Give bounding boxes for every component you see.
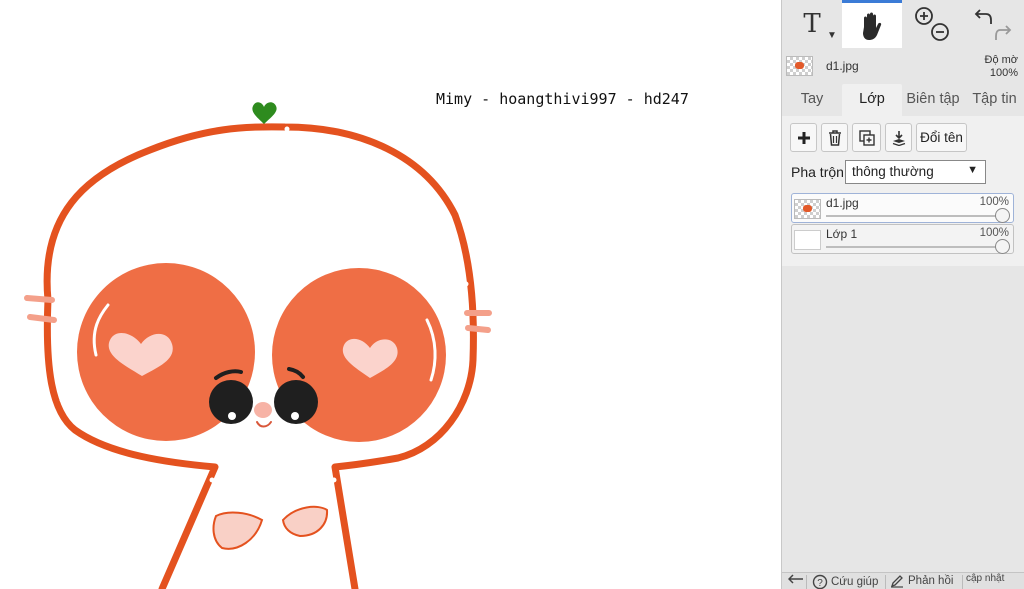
- opacity-value: 100%: [989, 67, 1018, 79]
- layer-opacity: 100%: [979, 196, 1009, 208]
- footer-divider: [885, 575, 886, 589]
- chevron-down-icon: ▼: [967, 164, 978, 176]
- footer-divider: [962, 575, 963, 589]
- rename-layer-button[interactable]: Đổi tên: [916, 123, 967, 152]
- help-label: Cứu giúp: [831, 576, 879, 588]
- layer-opacity-slider[interactable]: [995, 208, 1010, 223]
- layer-opacity: 100%: [979, 227, 1009, 239]
- opacity-label: Độ mờ: [984, 54, 1019, 66]
- help-icon: ?: [812, 574, 828, 589]
- tab-hand[interactable]: Tay: [782, 84, 842, 116]
- undo-redo-button[interactable]: [964, 0, 1024, 48]
- text-tool-button[interactable]: T ▼: [782, 0, 842, 48]
- text-tool-icon: T: [803, 9, 821, 39]
- current-file-row: d1.jpg Độ mờ 100%: [782, 50, 1024, 82]
- layer-item-lop1[interactable]: Lớp 1 100%: [791, 224, 1014, 254]
- layers-tab-content: Đổi tên Pha trộn thông thường ▼ d1.jpg 1…: [782, 116, 1024, 266]
- layers-panel: T ▼ d1.jpg Độ mờ 100% Tay Lớp Biên tập T…: [781, 0, 1024, 589]
- canvas-caption: Mimy - hoangthivi997 - hd247: [436, 90, 689, 108]
- footer-divider: [806, 575, 807, 589]
- blend-mode-label: Pha trộn: [791, 164, 844, 180]
- help-button[interactable]: ? Cứu giúp: [812, 574, 878, 589]
- tab-layers[interactable]: Lớp: [842, 84, 902, 116]
- delete-layer-button[interactable]: [821, 123, 848, 152]
- back-arrow-icon: [788, 574, 803, 584]
- merge-down-button[interactable]: [885, 123, 912, 152]
- tab-edit[interactable]: Biên tập: [902, 84, 964, 116]
- opacity-readout: Độ mờ 100%: [985, 54, 1019, 80]
- pencil-icon: [890, 575, 903, 588]
- tab-file[interactable]: Tập tin: [964, 84, 1024, 116]
- layer-thumbnail: [794, 230, 821, 250]
- back-button[interactable]: [788, 574, 804, 586]
- panel-tabs: Tay Lớp Biên tập Tập tin: [782, 84, 1024, 116]
- zoom-tool-button[interactable]: [902, 0, 962, 48]
- undo-redo-icon: [974, 9, 1012, 40]
- hand-tool-button[interactable]: [842, 0, 902, 48]
- chevron-down-icon[interactable]: ▼: [827, 30, 837, 41]
- layer-item-d1[interactable]: d1.jpg 100%: [791, 193, 1014, 223]
- layer-name: d1.jpg: [826, 196, 859, 210]
- mimy-illustration: [24, 102, 492, 589]
- plus-icon: [797, 131, 810, 144]
- feedback-button[interactable]: Phản hồi: [890, 574, 953, 588]
- tool-bar: T ▼: [782, 0, 1024, 48]
- layer-opacity-slider[interactable]: [995, 239, 1010, 254]
- blend-mode-select[interactable]: thông thường ▼: [845, 160, 986, 184]
- duplicate-icon: [858, 129, 875, 146]
- layer-thumbnail: [794, 199, 821, 219]
- layer-opacity-track[interactable]: [826, 215, 1002, 217]
- duplicate-layer-button[interactable]: [852, 123, 881, 152]
- layer-opacity-track[interactable]: [826, 246, 1002, 248]
- trash-icon: [828, 129, 841, 146]
- hand-icon: [863, 12, 882, 40]
- merge-down-icon: [892, 130, 905, 146]
- add-layer-button[interactable]: [790, 123, 817, 152]
- zoom-in-out-icon: [915, 7, 949, 41]
- panel-footer: ? Cứu giúp Phản hồi cập nhật: [782, 572, 1024, 589]
- drawing-canvas[interactable]: Mimy - hoangthivi997 - hd247: [0, 0, 781, 589]
- blend-mode-value: thông thường: [852, 164, 934, 179]
- file-name: d1.jpg: [826, 59, 859, 73]
- feedback-label: Phản hồi: [908, 575, 954, 587]
- layer-name: Lớp 1: [826, 227, 858, 241]
- update-link[interactable]: cập nhật: [966, 573, 1004, 584]
- file-thumbnail: [786, 56, 813, 76]
- svg-text:?: ?: [817, 578, 823, 589]
